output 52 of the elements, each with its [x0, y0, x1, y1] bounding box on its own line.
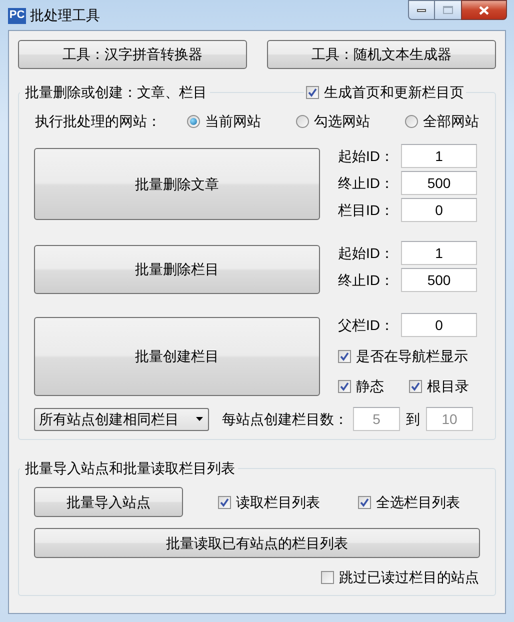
text-field[interactable]: 0	[401, 313, 477, 337]
field-label: 栏目ID：	[338, 200, 395, 220]
action-button[interactable]: 批量创建栏目	[34, 317, 320, 396]
checkbox[interactable]	[218, 496, 231, 508]
import-button[interactable]: 批量导入站点	[34, 487, 183, 517]
tool-button[interactable]: 工具：随机文本生成器	[267, 40, 496, 69]
radio-label: 勾选网站	[314, 112, 370, 130]
checkbox-label: 读取栏目列表	[236, 492, 320, 512]
checkbox[interactable]	[409, 380, 422, 393]
text-field[interactable]: 500	[401, 171, 477, 195]
minimize-icon	[417, 8, 426, 12]
count-label: 每站点创建栏目数：	[222, 410, 348, 428]
site-label: 执行批处理的网站：	[35, 112, 162, 130]
close-icon	[479, 6, 489, 14]
maximize-icon	[443, 6, 453, 14]
text-field[interactable]: 0	[401, 198, 477, 222]
checkbox-label: 全选栏目列表	[376, 492, 460, 512]
checkbox-label: 跳过已读过栏目的站点	[339, 568, 479, 587]
checkbox-label: 静态	[356, 377, 384, 396]
field-label: 终止ID：	[338, 270, 395, 290]
action-button[interactable]: 批量删除栏目	[34, 245, 320, 294]
field-label: 终止ID：	[338, 174, 395, 192]
checkbox[interactable]	[321, 571, 334, 584]
checkbox[interactable]	[306, 86, 319, 98]
checkbox-label: 根目录	[427, 377, 469, 396]
field-label: 父栏ID：	[338, 316, 395, 334]
field-label: 起始ID：	[338, 146, 395, 166]
text-field[interactable]: 1	[401, 144, 477, 168]
tool-button[interactable]: 工具：汉字拼音转换器	[18, 40, 247, 69]
action-button[interactable]: 批量删除文章	[34, 148, 320, 220]
text-field[interactable]: 1	[401, 241, 477, 265]
window-title: 批处理工具	[30, 6, 100, 25]
text-field[interactable]: 500	[401, 268, 477, 292]
radio-label: 当前网站	[205, 112, 261, 130]
radio-label: 全部网站	[423, 112, 479, 130]
mode-dropdown[interactable]: 所有站点创建相同栏目	[34, 408, 209, 430]
radio-button[interactable]	[405, 114, 418, 128]
minimize-button[interactable]	[408, 0, 435, 20]
checkbox[interactable]	[338, 350, 351, 363]
to-label: 到	[406, 410, 420, 428]
checkbox-label: 是否在导航栏显示	[356, 347, 468, 366]
field-label: 起始ID：	[338, 244, 395, 262]
read-list-button[interactable]: 批量读取已有站点的栏目列表	[34, 528, 480, 558]
radio-button[interactable]	[187, 114, 200, 128]
dropdown-arrow-icon	[196, 417, 203, 421]
close-button[interactable]	[461, 0, 507, 20]
maximize-button[interactable]	[435, 0, 461, 20]
radio-button[interactable]	[296, 114, 309, 128]
checkbox[interactable]	[358, 496, 371, 508]
app-icon: PC	[8, 8, 26, 24]
checkbox-label: 生成首页和更新栏目页	[324, 82, 464, 102]
checkbox[interactable]	[338, 380, 351, 393]
